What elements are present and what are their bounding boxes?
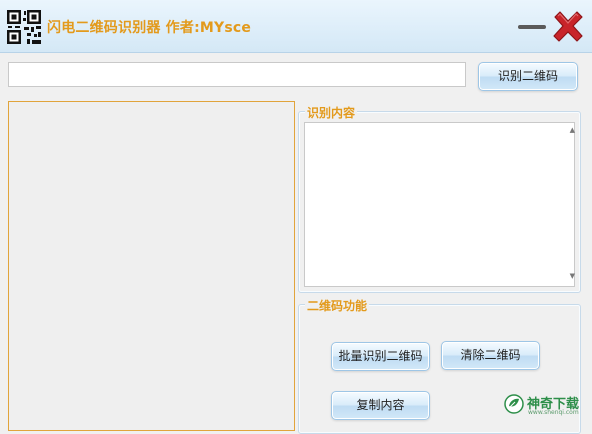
batch-recognize-button[interactable]: 批量识别二维码 — [331, 342, 430, 371]
minimize-button[interactable] — [517, 16, 547, 36]
minimize-icon — [518, 25, 546, 29]
recognition-content-group: 识别内容 ▲ ▼ — [298, 104, 581, 293]
scroll-up-icon[interactable]: ▲ — [570, 126, 575, 134]
qr-code-icon — [7, 10, 41, 44]
recognition-content-label: 识别内容 — [305, 104, 358, 121]
window-title: 闪电二维码识别器 作者:MYsce — [47, 20, 252, 36]
copy-content-button[interactable]: 复制内容 — [331, 391, 430, 420]
clear-qr-button[interactable]: 清除二维码 — [441, 341, 540, 370]
qr-functions-label: 二维码功能 — [305, 297, 370, 314]
close-icon[interactable] — [551, 10, 585, 44]
title-bar[interactable]: 闪电二维码识别器 作者:MYsce — [0, 0, 592, 53]
url-input[interactable] — [8, 62, 466, 87]
recognize-qr-button[interactable]: 识别二维码 — [478, 62, 578, 91]
leaf-logo-icon — [504, 394, 524, 414]
watermark-url: www.shenqi.com — [528, 409, 579, 416]
watermark: 神奇下载 www.shenqi.com — [498, 390, 592, 418]
recognition-content-textarea[interactable] — [304, 122, 575, 287]
qr-image-preview — [8, 101, 295, 431]
scroll-down-icon[interactable]: ▼ — [570, 272, 575, 280]
